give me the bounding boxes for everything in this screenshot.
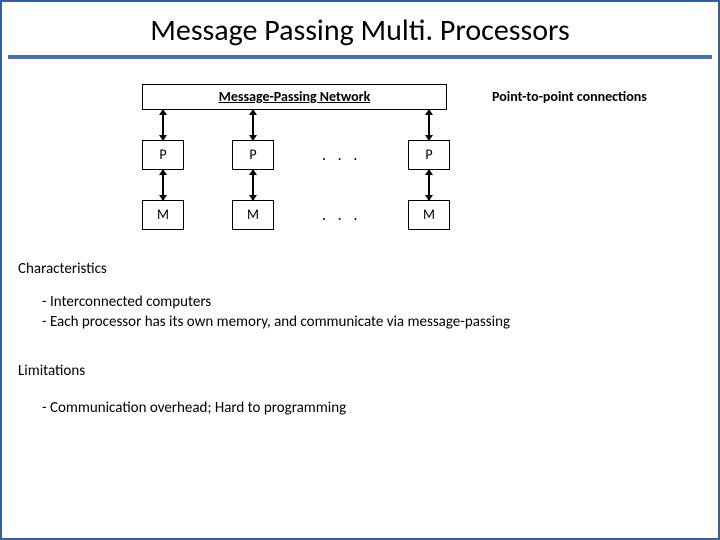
arrow-p1-m1 [162,170,164,200]
arrow-pn-mn [428,170,430,200]
processor-node: P [232,140,274,170]
processor-node: P [408,140,450,170]
processor-node: P [142,140,184,170]
characteristics-body: - Interconnected computers - Each proces… [42,292,510,333]
arrow-net-p2 [252,110,254,140]
ellipsis-icon: . . . [322,146,361,165]
characteristics-heading: Characteristics [18,260,107,278]
memory-node: M [408,200,450,230]
limitations-heading: Limitations [18,362,85,380]
title-underline [8,55,712,59]
network-box: Message-Passing Network [142,84,447,110]
slide-title: Message Passing Multi. Processors [2,2,718,55]
arrow-net-pn [428,110,430,140]
arrow-net-p1 [162,110,164,140]
limitations-body: - Communication overhead; Hard to progra… [42,398,346,418]
p2p-annotation: Point-to-point connections [492,88,647,105]
memory-node: M [232,200,274,230]
ellipsis-icon: . . . [322,206,361,225]
arrow-p2-m2 [252,170,254,200]
slide-frame: Message Passing Multi. Processors Messag… [0,0,720,540]
memory-node: M [142,200,184,230]
